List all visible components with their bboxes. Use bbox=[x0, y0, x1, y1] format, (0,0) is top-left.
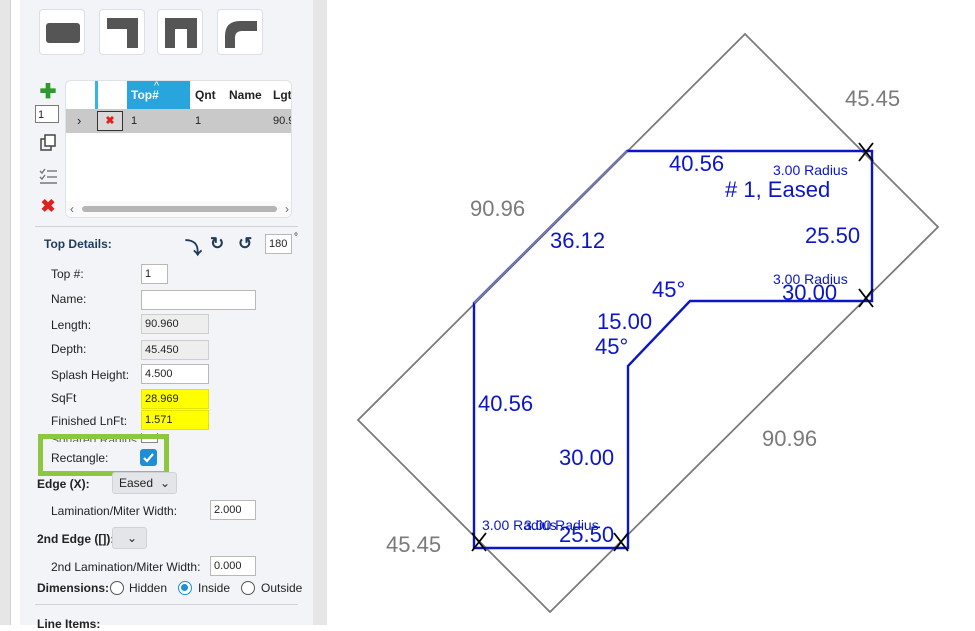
diagonal-edge bbox=[473, 150, 628, 304]
top-number-label: Top #: bbox=[51, 267, 84, 281]
splash-height-input[interactable]: 4.500 bbox=[141, 364, 209, 384]
angle-upper: 45° bbox=[652, 277, 686, 302]
dim-inner-diagonal: 15.00 bbox=[597, 309, 653, 334]
checklist-icon[interactable] bbox=[38, 166, 58, 186]
line-items-label: Line Items: bbox=[37, 617, 101, 631]
row-delete-icon[interactable]: ✖ bbox=[97, 111, 123, 131]
countertop-outline bbox=[472, 149, 874, 550]
tops-grid: Top# ^ Qnt Name Lgt › ✖ 1 1 90.9 ‹ › bbox=[65, 80, 292, 218]
copy-icon[interactable] bbox=[38, 133, 58, 153]
dimensions-outside-label: Outside bbox=[261, 581, 303, 595]
length-field: 90.960 bbox=[141, 314, 209, 334]
chevron-down-icon: ⌄ bbox=[126, 531, 137, 545]
finished-lnft-field: 1.571 bbox=[141, 410, 209, 430]
grid-scrollbar[interactable]: ‹ › bbox=[66, 201, 291, 217]
dimensions-inside-radio[interactable] bbox=[178, 581, 192, 595]
scroll-right-icon[interactable]: › bbox=[285, 201, 289, 217]
dim-diagonal-edge: 36.12 bbox=[550, 228, 606, 253]
flip-down-icon[interactable]: ⤵ bbox=[185, 234, 202, 259]
quantity-input[interactable]: 1 bbox=[35, 105, 59, 123]
rotate-ccw-icon[interactable]: ↺ bbox=[238, 234, 252, 254]
divider bbox=[35, 604, 298, 605]
left-gutter bbox=[0, 0, 11, 625]
rectangle-checkbox[interactable] bbox=[140, 449, 157, 466]
l-shape-button[interactable] bbox=[99, 9, 145, 55]
chevron-down-icon: ⌄ bbox=[159, 476, 170, 490]
panel-scrollbar[interactable] bbox=[313, 0, 327, 625]
rectangle-label: Rectangle: bbox=[51, 451, 109, 465]
scroll-left-icon[interactable]: ‹ bbox=[70, 201, 74, 217]
radius-label-top-right: 3.00 Radius bbox=[773, 162, 848, 178]
sqft-field: 28.969 bbox=[141, 389, 209, 409]
corner-shape-icon bbox=[225, 21, 257, 48]
row-top-value: 1 bbox=[131, 115, 138, 127]
row-qnt-value: 1 bbox=[195, 115, 202, 127]
name-input[interactable] bbox=[141, 290, 256, 310]
dim-right-edge: 25.50 bbox=[805, 223, 861, 248]
rectangle-shape-icon bbox=[46, 23, 80, 43]
edge-select-value: Eased bbox=[119, 476, 154, 490]
lamination-label: Lamination/Miter Width: bbox=[51, 504, 178, 518]
depth-label: Depth: bbox=[51, 342, 87, 356]
sqft-label: SqFt bbox=[51, 391, 77, 405]
dimensions-label: Dimensions: bbox=[37, 581, 110, 595]
corner-shape-button[interactable] bbox=[217, 9, 263, 55]
dim-outer-right-bottom: 90.96 bbox=[762, 426, 818, 451]
depth-field: 45.450 bbox=[141, 340, 209, 360]
second-edge-select[interactable]: ⌄ bbox=[112, 527, 147, 549]
dim-outer-top: 45.45 bbox=[845, 86, 901, 111]
top-number-input[interactable]: 1 bbox=[141, 264, 168, 284]
second-lamination-label: 2nd Lamination/Miter Width: bbox=[51, 560, 201, 574]
edge-select[interactable]: Eased ⌄ bbox=[112, 472, 177, 494]
sort-caret-icon: ^ bbox=[154, 80, 160, 92]
dim-top-edge: 40.56 bbox=[669, 151, 725, 176]
drawing-canvas[interactable]: 45.45 90.96 90.96 45.45 40.56 3.00 Radiu… bbox=[327, 0, 975, 625]
u-shape-icon bbox=[165, 18, 197, 48]
top-title-label: # 1, Eased bbox=[725, 177, 831, 202]
dimensions-outside-radio[interactable] bbox=[241, 581, 255, 595]
dimensions-inside-label: Inside bbox=[198, 581, 231, 595]
u-shape-button[interactable] bbox=[157, 9, 203, 55]
dim-outer-left-top: 90.96 bbox=[470, 196, 526, 221]
splash-height-label: Splash Height: bbox=[51, 368, 130, 382]
second-lamination-input[interactable]: 0.000 bbox=[210, 556, 256, 576]
row-expand-icon[interactable]: › bbox=[77, 109, 81, 133]
grid-header-lgt[interactable]: Lgt bbox=[273, 81, 291, 109]
l-shape-icon bbox=[107, 18, 138, 48]
degree-symbol: ° bbox=[294, 232, 298, 243]
second-edge-label: 2nd Edge ([]): bbox=[37, 532, 115, 546]
finished-lnft-label: Finished LnFt: bbox=[51, 414, 128, 428]
lamination-input[interactable]: 2.000 bbox=[210, 500, 256, 520]
dim-inner-left: 30.00 bbox=[559, 445, 615, 470]
angle-lower: 45° bbox=[595, 334, 629, 359]
grid-header-qnt[interactable]: Qnt bbox=[195, 81, 216, 109]
divider bbox=[35, 226, 298, 227]
edge-label: Edge (X): bbox=[37, 477, 90, 491]
scroll-thumb[interactable] bbox=[82, 206, 277, 212]
rotation-input[interactable]: 180 bbox=[265, 234, 292, 254]
top-details-title: Top Details: bbox=[44, 237, 112, 251]
dim-bottom-edge: 25.50 bbox=[559, 522, 615, 547]
rectangle-shape-button[interactable] bbox=[39, 9, 85, 55]
length-label: Length: bbox=[51, 318, 92, 332]
dim-inner-top: 30.00 bbox=[782, 280, 838, 305]
delete-icon[interactable]: ✖ bbox=[38, 196, 58, 216]
dimensions-hidden-label: Hidden bbox=[129, 581, 168, 595]
grid-header-name[interactable]: Name bbox=[229, 81, 262, 109]
dim-left-edge: 40.56 bbox=[478, 391, 534, 416]
checkmark-icon bbox=[143, 453, 154, 463]
rotate-cw-icon[interactable]: ↻ bbox=[210, 234, 224, 254]
name-label: Name: bbox=[51, 292, 87, 306]
row-lgt-value: 90.9 bbox=[273, 115, 291, 127]
dimensions-hidden-radio[interactable] bbox=[110, 581, 124, 595]
add-icon[interactable]: ✚ bbox=[38, 82, 58, 102]
dim-outer-bottom: 45.45 bbox=[386, 532, 442, 557]
